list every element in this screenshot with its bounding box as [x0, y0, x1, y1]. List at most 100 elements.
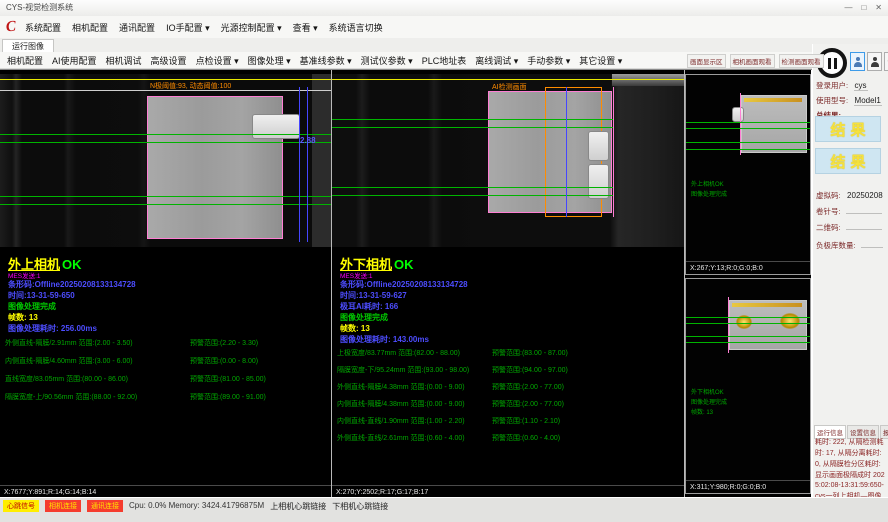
ai-time-text: 极耳AI耗时: 166	[340, 301, 398, 312]
status-bar: 心跳信号 相机连接 通讯连接 Cpu: 0.0% Memory: 3424.41…	[0, 497, 888, 522]
electrode-tab-piece	[588, 131, 609, 161]
preview-panel-lower[interactable]: 外下相机OK 图像处理完成 帧数: 13 X:311;Y:980;R:0;G:0…	[685, 278, 811, 494]
measurement-row: 隔膜宽度-下/95.24mm 范围:(93.00 - 98.00) 预警范围:(…	[337, 365, 682, 375]
tool-camera-debug[interactable]: 相机调试	[106, 54, 142, 67]
menu-bar: C 系统配置 相机配置 通讯配置 IO手配置 ▾ 光源控制配置 ▾ 查看 ▾ 系…	[0, 16, 888, 39]
result-ok-badge: OK	[394, 257, 414, 272]
needle-number-value[interactable]	[846, 205, 882, 214]
upper-camera-heartbeat-link[interactable]: 上相机心跳链接	[270, 501, 326, 512]
measurement-warn: 预警范围:(2.00 - 77.00)	[492, 399, 564, 409]
pixel-coords-readout: X:7677;Y:891;R:14;G:14;B:14	[0, 485, 331, 496]
tab-run-info[interactable]: 运行信息	[814, 425, 846, 439]
logout-button[interactable]: ⇥	[884, 52, 888, 71]
tool-ai-config[interactable]: AI使用配置	[52, 54, 97, 67]
tool-image-processing[interactable]: 图像处理 ▾	[248, 54, 291, 67]
measurement-row: 外侧直线-隔膜/2.91mm 范围:(2.00 - 3.50) 预警范围:(2.…	[5, 338, 329, 348]
heartbeat-badge: 心跳信号	[3, 500, 39, 512]
window-controls: — □ ✕	[844, 0, 882, 16]
electrode-tab-piece	[252, 114, 300, 139]
pixel-coords-readout: X:267;Y:13;R:0;G:0;B:0	[686, 261, 810, 272]
virtual-code-label: 虚拟码:	[816, 191, 841, 200]
tab-run-image[interactable]: 运行图像	[2, 39, 54, 53]
tool-offline-debug[interactable]: 离线调试 ▾	[475, 54, 518, 67]
cpu-memory-readout: Cpu: 0.0% Memory: 3424.41796875M	[129, 501, 264, 510]
menu-system-config[interactable]: 系统配置	[25, 21, 61, 34]
tab-alarm-info[interactable]: 报警信息	[880, 425, 888, 439]
overlay-pink-line	[728, 297, 729, 353]
virtual-code-value: 20250208	[846, 191, 884, 200]
ptab-detect-view[interactable]: 检测画面观看	[779, 54, 824, 68]
machine-edge-band	[312, 74, 331, 247]
menu-camera-config[interactable]: 相机配置	[72, 21, 108, 34]
needle-number-label: 卷针号:	[816, 207, 841, 216]
tool-other-settings[interactable]: 其它设置 ▾	[579, 54, 622, 67]
menu-language-switch[interactable]: 系统语言切换	[329, 21, 383, 34]
measurement-warn: 预警范围:(0.00 - 8.00)	[190, 356, 258, 366]
preview-label-strip	[732, 303, 802, 307]
pause-icon	[828, 58, 831, 69]
camera-panel-lower[interactable]: AI检测画面 外下相机OK MES发送:1 条形码:Offline2025020…	[332, 70, 684, 498]
highlight-glow	[780, 313, 800, 329]
barcode-text: 条形码:Offline20250208133134728	[340, 279, 468, 290]
measurement-text: 外侧直线-隔膜/2.91mm 范围:(2.00 - 3.50)	[5, 340, 133, 347]
tab-settings-info[interactable]: 设置信息	[847, 425, 879, 439]
right-sidebar: ⇥ 登录用户: cys 使用型号: Model1 总结果: 结果 结果 虚拟码:…	[812, 44, 888, 497]
title-bar: CYS-视觉检测系统 — □ ✕	[0, 0, 888, 16]
field-row: 使用型号: Model1	[816, 90, 886, 102]
stock-count-value[interactable]	[861, 239, 883, 248]
field-row: 卷针号:	[816, 201, 886, 213]
close-icon[interactable]: ✕	[875, 0, 882, 16]
overlay-blue-line	[307, 87, 308, 242]
result-box-upper: 结果	[815, 116, 881, 142]
process-done-text: 图像处理完成	[8, 301, 56, 312]
ptab-camera-view[interactable]: 相机画面观看	[730, 54, 775, 68]
ptab-display-area[interactable]: 画面显示区	[687, 54, 726, 68]
measurement-text: 上极宽度/83.77mm 范围:(82.00 - 88.00)	[337, 350, 460, 357]
maximize-icon[interactable]: □	[861, 0, 866, 16]
tool-baseline-params[interactable]: 基准线参数 ▾	[300, 54, 352, 67]
preview-tab-strip: 画面显示区 相机画面观看 检测画面观看	[687, 53, 811, 68]
menu-view[interactable]: 查看 ▾	[293, 21, 318, 34]
overlay-green-line	[332, 119, 613, 120]
time-text: 时间:13-31-59-650	[8, 290, 75, 301]
tool-manual-params[interactable]: 手动参数 ▾	[527, 54, 570, 67]
pause-icon	[834, 58, 837, 69]
tool-advanced-settings[interactable]: 高级设置	[151, 54, 187, 67]
overlay-green-line	[686, 323, 810, 324]
user-button[interactable]	[850, 52, 865, 71]
measurement-row: 内侧直线-隔膜/4.38mm 范围:(0.00 - 9.00) 预警范围:(2.…	[337, 399, 682, 409]
tool-tester-params[interactable]: 测试仪参数 ▾	[361, 54, 413, 67]
overlay-blue-line	[566, 87, 567, 217]
menu-light-config[interactable]: 光源控制配置 ▾	[221, 21, 282, 34]
measurement-warn: 预警范围:(0.60 - 4.00)	[492, 433, 560, 443]
minimize-icon[interactable]: —	[844, 0, 852, 16]
preview-status-line: 图像处理完成	[691, 189, 727, 198]
camera-panel-upper[interactable]: N极阈值:93, 动态阈值:100 2.88 外上相机OK MES发送:1 条形…	[0, 70, 331, 498]
measurement-text: 隔膜宽度-下/95.24mm 范围:(93.00 - 98.00)	[337, 367, 469, 374]
blue-measure-value: 2.88	[300, 136, 316, 145]
field-row: 负极库数量:	[816, 235, 886, 247]
user-icon	[854, 57, 862, 67]
measurement-row: 内侧直线-直线/1.90mm 范围:(1.00 - 2.20) 预警范围:(1.…	[337, 416, 682, 426]
measurement-text: 直线宽度/83.05mm 范围:(80.00 - 86.00)	[5, 376, 128, 383]
tool-spot-check[interactable]: 点检设置 ▾	[196, 54, 239, 67]
main-content: N极阈值:93, 动态阈值:100 2.88 外上相机OK MES发送:1 条形…	[0, 69, 812, 498]
overlay-green-line	[686, 128, 810, 129]
tool-camera-config[interactable]: 相机配置	[7, 54, 43, 67]
overlay-pink-line	[613, 87, 614, 217]
threshold-label: N极阈值:93, 动态阈值:100	[150, 81, 231, 91]
menu-io-config[interactable]: IO手配置 ▾	[166, 21, 210, 34]
menu-comm-config[interactable]: 通讯配置	[119, 21, 155, 34]
field-row: 二维码:	[816, 217, 886, 229]
overlay-yellow-line	[0, 79, 331, 80]
electrode-tab-piece	[588, 164, 609, 199]
lower-camera-heartbeat-link[interactable]: 下相机心跳链接	[332, 501, 388, 512]
tool-plc-address[interactable]: PLC地址表	[422, 54, 467, 67]
measurement-warn: 预警范围:(2.00 - 77.00)	[492, 382, 564, 392]
operator-button[interactable]	[867, 52, 882, 71]
time-text: 时间:13-31-59-627	[340, 290, 407, 301]
qrcode-value[interactable]	[846, 221, 882, 230]
overlay-green-line	[686, 149, 810, 150]
preview-panel-upper[interactable]: 外上相机OK 图像处理完成 X:267;Y:13;R:0;G:0;B:0	[685, 74, 811, 275]
overlay-green-line	[0, 142, 331, 143]
